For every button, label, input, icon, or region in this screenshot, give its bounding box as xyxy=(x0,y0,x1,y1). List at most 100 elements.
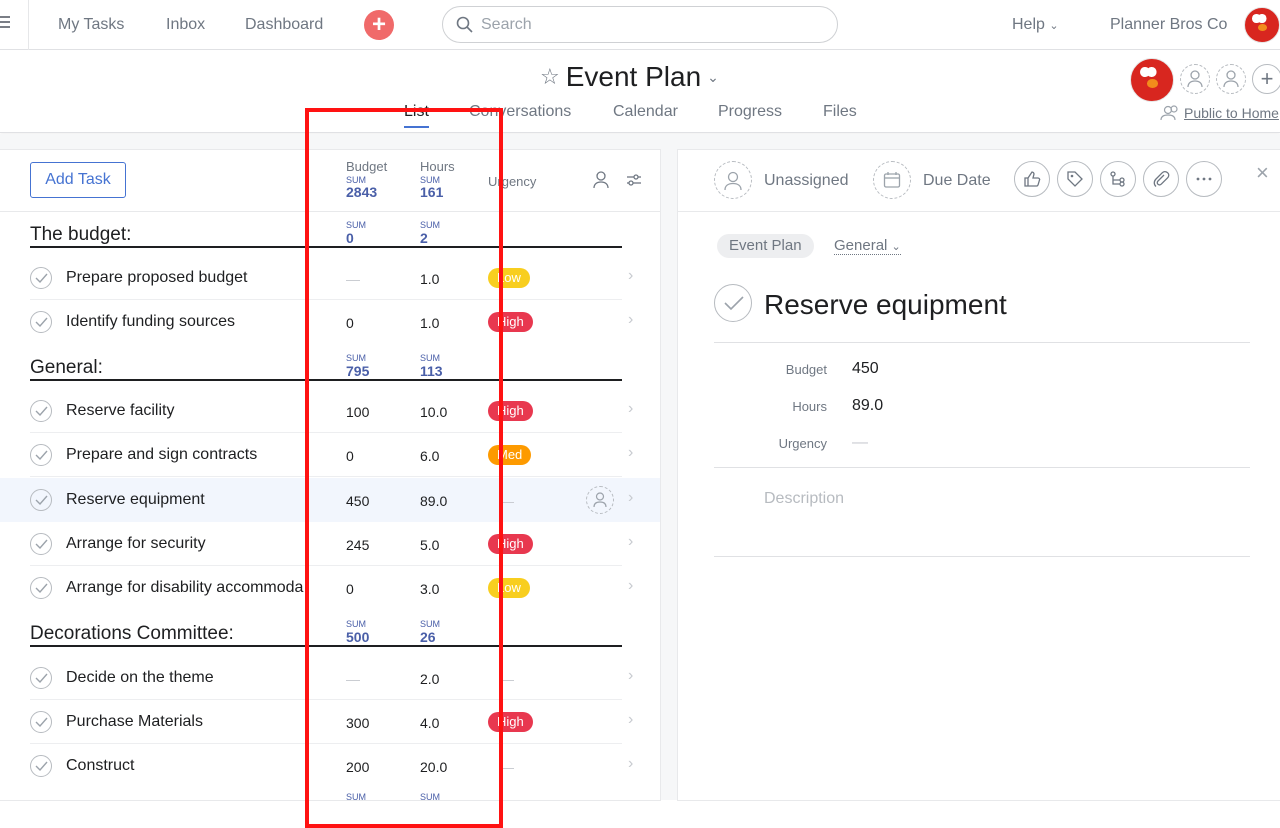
nav-my-tasks[interactable]: My Tasks xyxy=(58,16,124,34)
assignee-button[interactable] xyxy=(714,161,752,199)
person-icon xyxy=(593,492,607,508)
complete-checkbox[interactable] xyxy=(30,577,52,599)
chevron-right-icon[interactable]: › xyxy=(628,533,633,551)
chevron-right-icon[interactable]: › xyxy=(628,577,633,595)
nav-inbox[interactable]: Inbox xyxy=(166,16,205,34)
complete-checkbox[interactable] xyxy=(30,311,52,333)
add-member-placeholder[interactable] xyxy=(1180,64,1210,94)
complete-checkbox[interactable] xyxy=(30,533,52,555)
assignee-column-icon[interactable] xyxy=(592,171,610,189)
chevron-right-icon[interactable]: › xyxy=(628,400,633,418)
section-name: General: xyxy=(30,357,103,378)
person-icon xyxy=(1223,70,1239,88)
nav-dashboard[interactable]: Dashboard xyxy=(245,16,323,34)
complete-checkbox[interactable] xyxy=(30,400,52,422)
task-name[interactable]: Identify funding sources xyxy=(66,313,322,331)
chevron-right-icon[interactable]: › xyxy=(628,667,633,685)
member-avatar[interactable] xyxy=(1130,58,1174,102)
subtask-icon xyxy=(1110,171,1125,187)
star-icon[interactable]: ☆ xyxy=(540,64,560,90)
complete-checkbox[interactable] xyxy=(30,444,52,466)
visibility-link[interactable]: Public to Home xyxy=(1160,105,1279,121)
chevron-right-icon[interactable]: › xyxy=(628,711,633,729)
project-chip[interactable]: Event Plan xyxy=(717,234,814,258)
due-date-label[interactable]: Due Date xyxy=(923,172,991,190)
divider xyxy=(28,0,29,50)
field-value-urgency[interactable]: — xyxy=(852,434,868,452)
description-field[interactable]: Description xyxy=(764,490,844,508)
task-title[interactable]: Reserve equipment xyxy=(764,289,1007,321)
due-date-button[interactable] xyxy=(873,161,911,199)
more-icon xyxy=(1196,177,1212,181)
quick-add-button[interactable]: + xyxy=(364,10,394,40)
field-value-hours[interactable]: 89.0 xyxy=(852,397,883,415)
more-actions-button[interactable] xyxy=(1186,161,1222,197)
close-icon[interactable]: × xyxy=(1256,160,1269,186)
field-value-budget[interactable]: 450 xyxy=(852,360,879,378)
calendar-icon xyxy=(883,172,901,188)
divider xyxy=(714,556,1250,557)
complete-checkbox[interactable] xyxy=(30,489,52,511)
checkmark-icon xyxy=(35,450,48,460)
chevron-right-icon[interactable]: › xyxy=(628,755,633,773)
task-name[interactable]: Reserve equipment xyxy=(66,491,322,509)
chevron-right-icon[interactable]: › xyxy=(628,444,633,462)
divider xyxy=(714,342,1250,343)
checkmark-icon xyxy=(35,539,48,549)
tab-progress[interactable]: Progress xyxy=(718,103,782,121)
hamburger-menu-icon[interactable] xyxy=(0,14,10,28)
task-name[interactable]: Decide on the theme xyxy=(66,669,322,687)
task-name[interactable]: Prepare proposed budget xyxy=(66,269,322,287)
tab-files[interactable]: Files xyxy=(823,103,857,121)
checkmark-icon xyxy=(35,273,48,283)
mark-complete-checkbox[interactable] xyxy=(714,284,752,322)
tab-calendar[interactable]: Calendar xyxy=(613,103,678,121)
chevron-right-icon[interactable]: › xyxy=(628,489,633,507)
attach-button[interactable] xyxy=(1143,161,1179,197)
field-label-hours: Hours xyxy=(792,399,827,414)
task-name[interactable]: Reserve facility xyxy=(66,402,322,420)
field-label-urgency: Urgency xyxy=(778,436,827,451)
task-name[interactable]: Prepare and sign contracts xyxy=(66,446,322,464)
assignee-label[interactable]: Unassigned xyxy=(764,172,849,190)
checkmark-icon xyxy=(35,406,48,416)
project-title-area: ☆ Event Plan ⌄ xyxy=(540,61,719,93)
complete-checkbox[interactable] xyxy=(30,755,52,777)
tags-button[interactable] xyxy=(1057,161,1093,197)
divider xyxy=(714,467,1250,468)
help-menu[interactable]: Help ⌄ xyxy=(1012,16,1059,34)
organization-name[interactable]: Planner Bros Co xyxy=(1110,16,1227,34)
project-title[interactable]: Event Plan xyxy=(566,61,701,93)
settings-sliders-icon[interactable] xyxy=(626,173,642,187)
field-label-budget: Budget xyxy=(785,362,827,377)
assignee-placeholder[interactable] xyxy=(586,486,614,514)
help-label: Help xyxy=(1012,16,1045,33)
subtasks-button[interactable] xyxy=(1100,161,1136,197)
chevron-right-icon[interactable]: › xyxy=(628,267,633,285)
person-icon xyxy=(724,171,742,191)
section-dropdown[interactable]: General ⌄ xyxy=(834,237,901,255)
chevron-right-icon[interactable]: › xyxy=(628,311,633,329)
task-name[interactable]: Arrange for disability accommoda xyxy=(66,579,322,597)
complete-checkbox[interactable] xyxy=(30,711,52,733)
complete-checkbox[interactable] xyxy=(30,267,52,289)
section-name: Decorations Committee: xyxy=(30,623,234,644)
task-name[interactable]: Arrange for security xyxy=(66,535,322,553)
top-navigation-bar: My Tasks Inbox Dashboard + Search Help ⌄… xyxy=(0,0,1280,50)
project-header: ☆ Event Plan ⌄ List Conversations Calend… xyxy=(0,51,1280,133)
like-button[interactable] xyxy=(1014,161,1050,197)
add-member-placeholder[interactable] xyxy=(1216,64,1246,94)
person-icon xyxy=(1187,70,1203,88)
checkmark-icon xyxy=(35,717,48,727)
task-name[interactable]: Purchase Materials xyxy=(66,713,322,731)
paperclip-icon xyxy=(1153,171,1170,187)
add-task-button[interactable]: Add Task xyxy=(30,162,126,198)
section-name: The budget: xyxy=(30,224,132,245)
add-member-button[interactable]: + xyxy=(1252,64,1280,94)
thumbs-up-icon xyxy=(1024,171,1041,187)
chevron-down-icon[interactable]: ⌄ xyxy=(707,69,719,86)
search-input[interactable]: Search xyxy=(442,6,838,43)
task-name[interactable]: Construct xyxy=(66,757,322,775)
user-avatar[interactable] xyxy=(1244,7,1280,43)
complete-checkbox[interactable] xyxy=(30,667,52,689)
